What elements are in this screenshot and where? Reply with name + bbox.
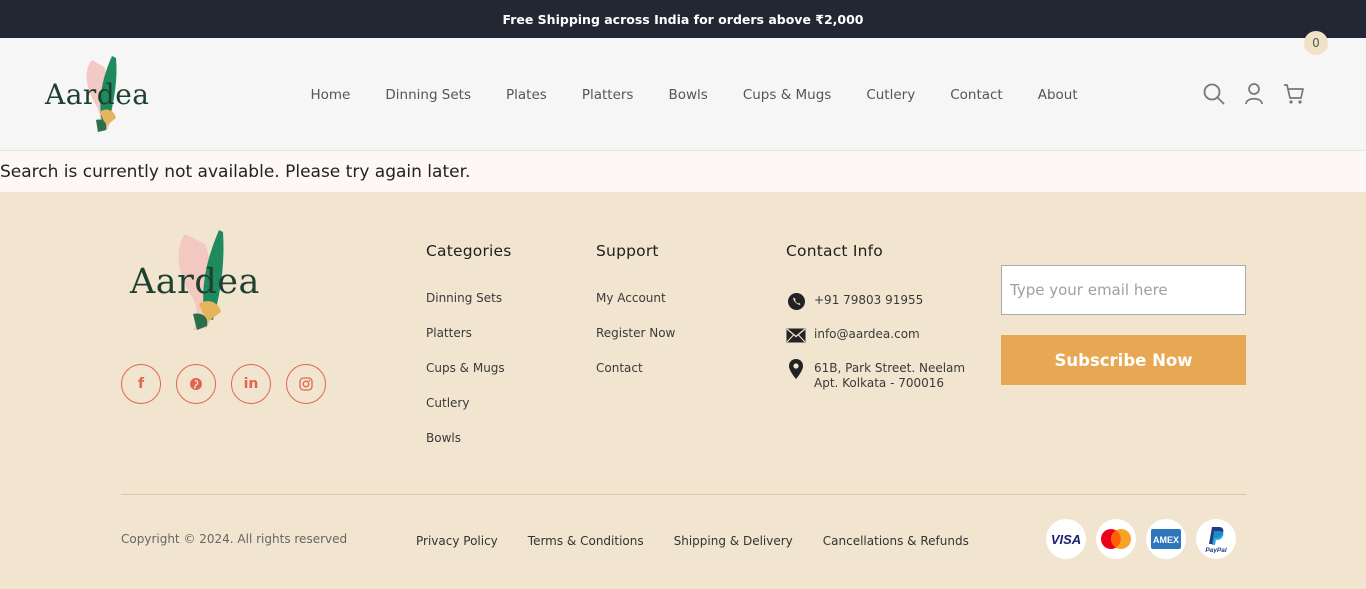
nav-dinning-sets[interactable]: Dinning Sets (368, 87, 489, 103)
footer-link-cutlery[interactable]: Cutlery (426, 396, 512, 431)
contact-address-text: 61B, Park Street. Neelam Apt. Kolkata - … (814, 361, 966, 390)
whatsapp-icon (786, 291, 806, 311)
privacy-policy-link[interactable]: Privacy Policy (416, 534, 498, 548)
visa-icon: VISA (1046, 519, 1086, 559)
contact-email-text[interactable]: info@aardea.com (814, 325, 920, 342)
nav-contact[interactable]: Contact (933, 87, 1021, 103)
main-nav: Home Dinning Sets Plates Platters Bowls … (293, 38, 1095, 151)
brand-name: Aardea (45, 78, 150, 111)
shipping-delivery-link[interactable]: Shipping & Delivery (674, 534, 793, 548)
nav-cups-mugs[interactable]: Cups & Mugs (725, 87, 849, 103)
copyright-text: Copyright © 2024. All rights reserved (121, 532, 348, 546)
contact-heading: Contact Info (786, 242, 883, 260)
social-links: f in (121, 364, 341, 404)
footer-contact-info: Contact Info +91 79803 91955 info@aardea… (786, 242, 974, 405)
payment-methods: VISA AMEX PayPal (1046, 519, 1246, 559)
contact-phone-text[interactable]: +91 79803 91955 (814, 291, 923, 308)
footer-support: Support My Account Register Now Contact (596, 242, 675, 396)
instagram-icon[interactable] (286, 364, 326, 404)
user-icon[interactable] (1240, 80, 1268, 108)
brand-logo[interactable]: Aardea (42, 52, 157, 136)
contact-address: 61B, Park Street. Neelam Apt. Kolkata - … (786, 359, 974, 391)
svg-text:VISA: VISA (1051, 532, 1081, 546)
search-unavailable-message: Search is currently not available. Pleas… (0, 151, 1366, 192)
mastercard-icon (1096, 519, 1136, 559)
nav-home[interactable]: Home (293, 87, 368, 103)
nav-plates[interactable]: Plates (489, 87, 565, 103)
nav-platters[interactable]: Platters (564, 87, 651, 103)
contact-phone: +91 79803 91955 (786, 291, 974, 311)
map-pin-icon (786, 359, 806, 379)
footer-link-contact[interactable]: Contact (596, 361, 675, 396)
pinterest-icon[interactable] (176, 364, 216, 404)
footer-brand-logo[interactable]: Aardea (127, 226, 277, 336)
linkedin-icon[interactable]: in (231, 364, 271, 404)
cart-icon[interactable] (1280, 80, 1308, 108)
legal-links: Privacy Policy Terms & Conditions Shippi… (416, 534, 999, 548)
footer-link-platters[interactable]: Platters (426, 326, 512, 361)
cancellations-refunds-link[interactable]: Cancellations & Refunds (823, 534, 969, 548)
footer-brand-name: Aardea (130, 262, 260, 302)
message-text: Search is currently not available. Pleas… (0, 161, 471, 182)
footer-link-cups-mugs[interactable]: Cups & Mugs (426, 361, 512, 396)
nav-cutlery[interactable]: Cutlery (849, 87, 933, 103)
newsletter-email-input[interactable] (1001, 265, 1246, 315)
announcement-text: Free Shipping across India for orders ab… (502, 11, 864, 27)
search-icon[interactable] (1200, 80, 1228, 108)
site-footer: Aardea f in Categories Dinning Sets Plat… (0, 192, 1366, 589)
announcement-bar: Free Shipping across India for orders ab… (0, 0, 1366, 38)
subscribe-button[interactable]: Subscribe Now (1001, 335, 1246, 385)
footer-link-register-now[interactable]: Register Now (596, 326, 675, 361)
support-heading: Support (596, 242, 659, 260)
footer-link-my-account[interactable]: My Account (596, 291, 675, 326)
footer-divider (121, 494, 1246, 495)
cart-count-badge: 0 (1304, 31, 1328, 55)
footer-link-bowls[interactable]: Bowls (426, 431, 512, 466)
site-header: Aardea Home Dinning Sets Plates Platters… (0, 38, 1366, 151)
svg-text:AMEX: AMEX (1153, 535, 1179, 545)
footer-link-dinning-sets[interactable]: Dinning Sets (426, 291, 512, 326)
nav-about[interactable]: About (1020, 87, 1095, 103)
header-actions (1200, 80, 1320, 108)
amex-icon: AMEX (1146, 519, 1186, 559)
terms-conditions-link[interactable]: Terms & Conditions (528, 534, 644, 548)
envelope-icon (786, 325, 806, 345)
contact-email: info@aardea.com (786, 325, 974, 345)
nav-bowls[interactable]: Bowls (651, 87, 725, 103)
footer-categories: Categories Dinning Sets Platters Cups & … (426, 242, 512, 466)
svg-text:PayPal: PayPal (1205, 547, 1227, 553)
facebook-icon[interactable]: f (121, 364, 161, 404)
paypal-icon: PayPal (1196, 519, 1236, 559)
categories-heading: Categories (426, 242, 512, 260)
